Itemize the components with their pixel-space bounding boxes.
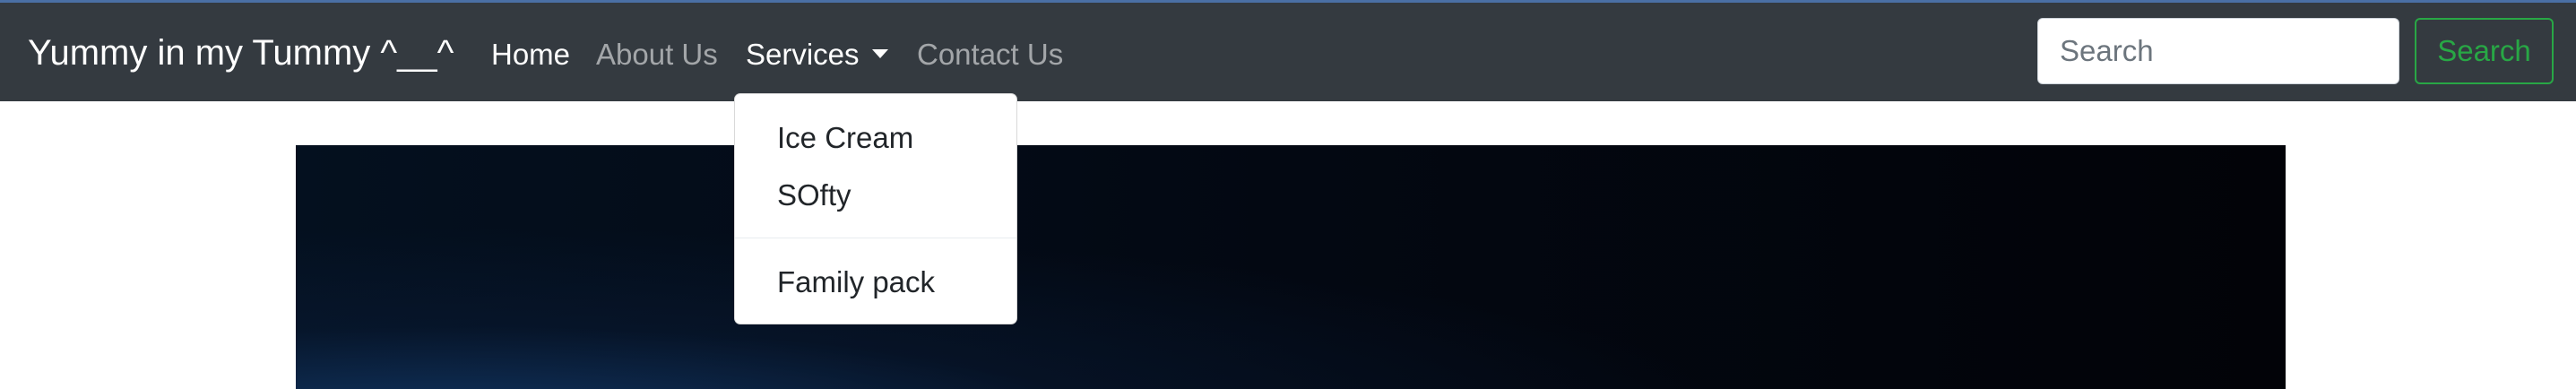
- search-input[interactable]: [2037, 18, 2399, 84]
- nav-link-home[interactable]: Home: [491, 33, 570, 76]
- services-dropdown-menu: Ice Cream SOfty Family pack: [734, 93, 1017, 324]
- dropdown-item-family-pack[interactable]: Family pack: [777, 262, 935, 303]
- navbar: Yummy in my Tummy ^__^ Home About Us Ser…: [0, 3, 2576, 101]
- navbar-brand[interactable]: Yummy in my Tummy ^__^: [28, 30, 454, 76]
- nav-link-services[interactable]: Services: [746, 33, 888, 76]
- hero-banner: [296, 145, 2286, 389]
- nav-link-about-us[interactable]: About Us: [596, 33, 718, 76]
- caret-down-icon: [871, 49, 888, 59]
- dropdown-item-ice-cream[interactable]: Ice Cream: [777, 117, 913, 159]
- search-button[interactable]: Search: [2415, 18, 2554, 84]
- nav-link-contact-us[interactable]: Contact Us: [917, 33, 1063, 76]
- dropdown-item-softy[interactable]: SOfty: [777, 175, 851, 216]
- nav-link-services-label: Services: [746, 38, 860, 71]
